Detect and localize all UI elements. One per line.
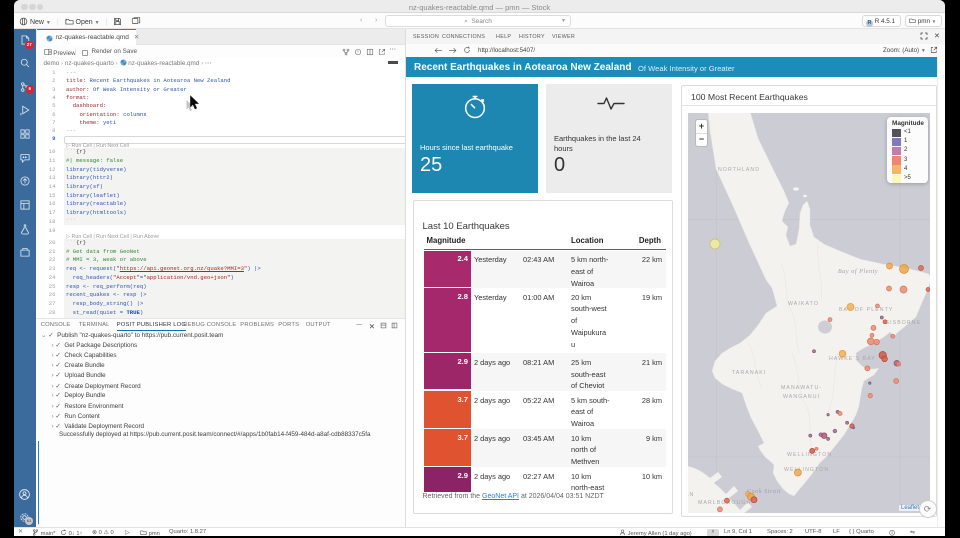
svg-text:GISBORNE: GISBORNE bbox=[885, 320, 921, 326]
svg-text:WELLINGTON: WELLINGTON bbox=[787, 452, 832, 458]
svg-text:MANAWATU-: MANAWATU- bbox=[781, 385, 822, 391]
svg-text:HAWKE'S BAY: HAWKE'S BAY bbox=[829, 356, 876, 362]
svg-text:AN: AN bbox=[688, 492, 694, 498]
svg-text:NORTHLAND: NORTHLAND bbox=[718, 167, 760, 173]
svg-text:WELLINGTON: WELLINGTON bbox=[784, 467, 829, 473]
svg-text:Bay of Plenty: Bay of Plenty bbox=[838, 268, 878, 275]
svg-text:WAIKATO: WAIKATO bbox=[788, 301, 819, 307]
svg-text:WANGANUI: WANGANUI bbox=[783, 394, 820, 400]
svg-text:TARANAKI: TARANAKI bbox=[732, 370, 766, 376]
